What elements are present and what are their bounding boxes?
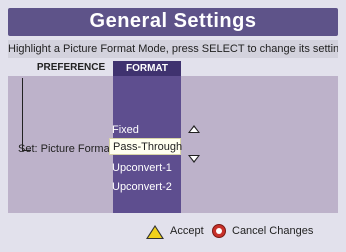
cancel-icon [212, 224, 226, 238]
option-fixed[interactable]: Fixed [112, 124, 139, 136]
arrow-down-icon[interactable] [188, 155, 200, 163]
column-tabs: PREFERENCE FORMAT [8, 61, 338, 76]
tab-preference[interactable]: PREFERENCE [34, 62, 108, 73]
accept-button[interactable]: Accept [170, 225, 204, 237]
setting-label: Set: Picture Format [18, 143, 113, 155]
cancel-changes-button[interactable]: Cancel Changes [232, 225, 313, 237]
page-title: General Settings [89, 10, 257, 32]
option-upconvert-1[interactable]: Upconvert-1 [112, 162, 172, 174]
bracket-line [22, 78, 31, 151]
accept-icon [146, 225, 164, 239]
instructions-text: Highlight a Picture Format Mode, press S… [8, 40, 338, 58]
option-upconvert-2[interactable]: Upconvert-2 [112, 181, 172, 193]
arrow-up-icon[interactable] [188, 125, 200, 133]
tab-format[interactable]: FORMAT [113, 61, 181, 76]
option-pass-through-selected[interactable]: Pass-Through [109, 138, 182, 155]
title-bar: General Settings [8, 8, 338, 36]
footer-bar: Accept Cancel Changes [8, 222, 338, 242]
settings-screen: General Settings Highlight a Picture For… [0, 0, 346, 252]
